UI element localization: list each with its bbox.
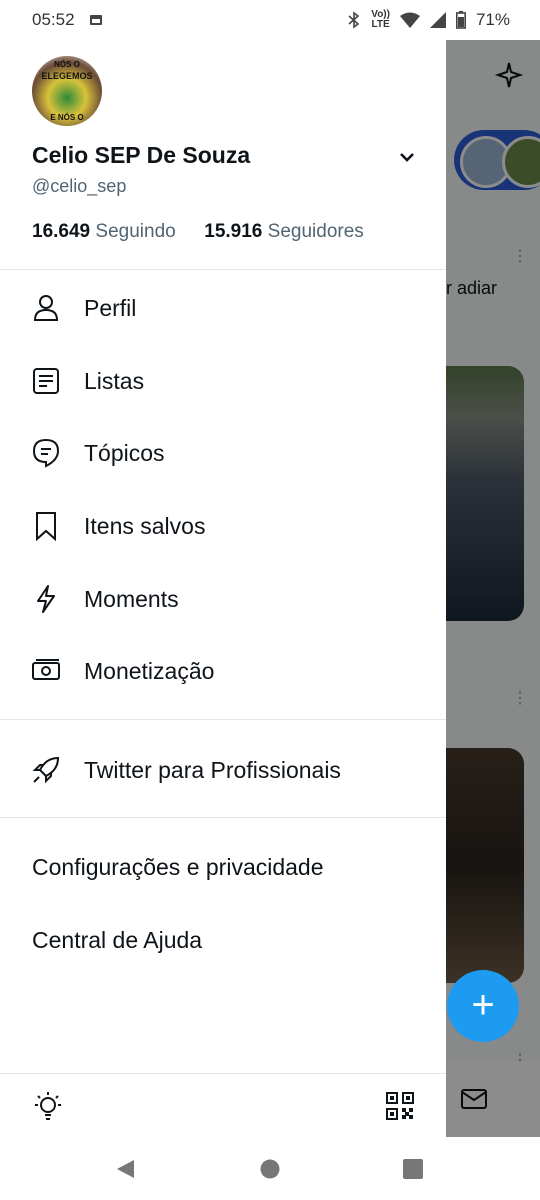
battery-level: 71%	[475, 10, 510, 29]
wifi-icon	[399, 12, 420, 28]
drawer-bottom-bar	[0, 1073, 446, 1137]
following-link[interactable]: 16.649 Seguindo	[32, 221, 176, 242]
divider	[0, 269, 446, 270]
sim-card-icon	[89, 15, 102, 25]
topics-icon	[30, 437, 62, 469]
bookmark-icon	[30, 510, 62, 542]
settings-privacy-link[interactable]: Configurações e privacidade	[32, 854, 324, 881]
lightbulb-icon[interactable]	[32, 1091, 64, 1123]
system-nav-bar	[0, 1137, 540, 1200]
home-icon[interactable]	[259, 1158, 281, 1180]
menu-item-listas[interactable]: Listas	[0, 345, 446, 417]
compose-tweet-button[interactable]: +	[447, 970, 519, 1042]
battery-icon	[455, 11, 466, 29]
lightning-icon	[30, 583, 62, 615]
menu-item-moments[interactable]: Moments	[0, 563, 446, 635]
menu-item-perfil[interactable]: Perfil	[0, 272, 446, 344]
divider	[0, 719, 446, 720]
rocket-icon	[30, 754, 62, 786]
cell-signal-icon	[429, 12, 446, 28]
menu-item-monetizacao[interactable]: Monetização	[0, 635, 446, 707]
status-bar: 05:52 Vo)) LTE 71%	[0, 0, 540, 40]
menu-item-itens-salvos[interactable]: Itens salvos	[0, 490, 446, 562]
bluetooth-icon	[348, 11, 360, 29]
profile-name[interactable]: Celio SEP De Souza	[32, 142, 250, 169]
list-icon	[30, 365, 62, 397]
help-center-link[interactable]: Central de Ajuda	[32, 927, 202, 954]
navigation-drawer: NÓS O ELEGEMOS E NÓS O Celio SEP De Souz…	[0, 40, 446, 1137]
status-time: 05:52	[32, 10, 75, 29]
volte-indicator: Vo)) LTE	[371, 9, 390, 30]
profile-stats: 16.649 Seguindo 15.916 Seguidores	[32, 221, 364, 243]
menu-item-twitter-profissionais[interactable]: Twitter para Profissionais	[0, 734, 446, 806]
profile-handle: @celio_sep	[32, 176, 127, 196]
followers-link[interactable]: 15.916 Seguidores	[204, 221, 364, 242]
divider	[0, 817, 446, 818]
menu-item-topicos[interactable]: Tópicos	[0, 417, 446, 489]
recents-icon[interactable]	[402, 1158, 424, 1180]
qr-code-icon[interactable]	[386, 1092, 414, 1120]
avatar[interactable]: NÓS O ELEGEMOS E NÓS O	[32, 56, 102, 126]
money-icon	[30, 655, 62, 687]
back-icon[interactable]	[114, 1158, 136, 1180]
person-icon	[30, 292, 62, 324]
chevron-down-icon[interactable]	[396, 146, 418, 168]
